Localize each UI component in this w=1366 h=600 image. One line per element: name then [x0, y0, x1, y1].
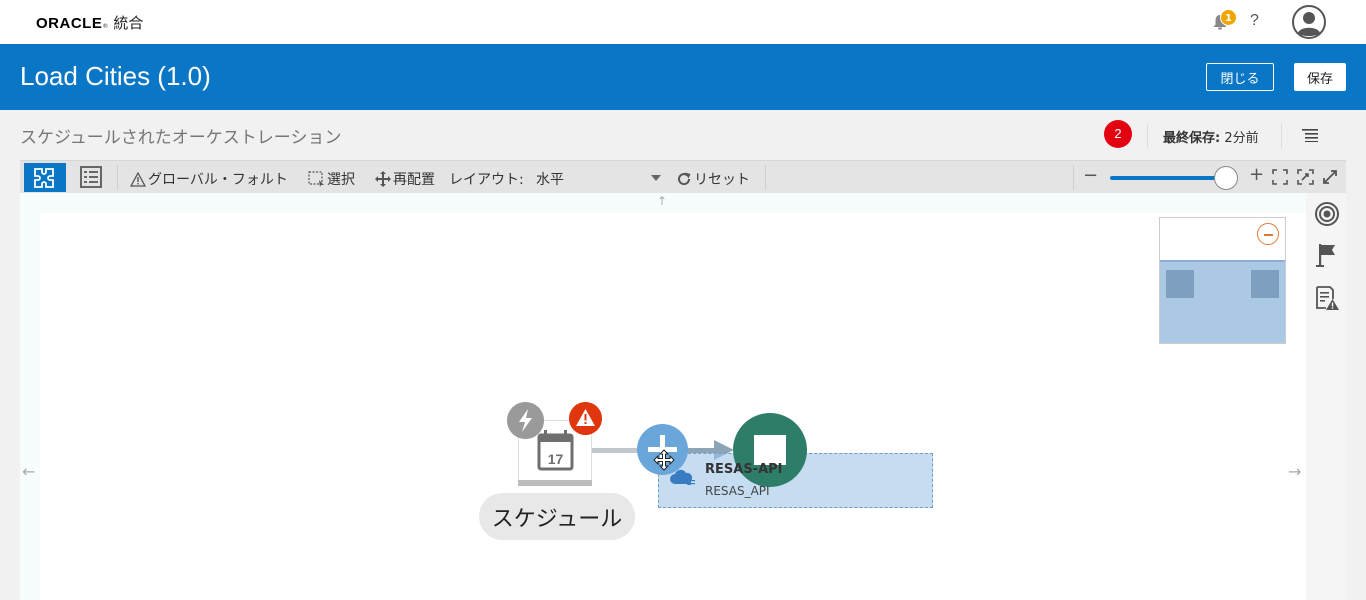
orchestration-type: スケジュールされたオーケストレーション: [20, 128, 342, 148]
select-icon: [308, 171, 324, 187]
move-cursor-icon: [653, 449, 675, 471]
save-button[interactable]: 保存: [1294, 63, 1346, 91]
reset-label: リセット: [694, 172, 750, 188]
toolbar-divider: [117, 165, 118, 190]
help-icon[interactable]: ?: [1250, 12, 1259, 30]
warning-icon: [130, 171, 146, 187]
divider: [1281, 124, 1282, 148]
global-fault-label: グローバル・フォルト: [148, 172, 288, 188]
layout-select[interactable]: 水平: [529, 164, 665, 190]
move-icon: [375, 171, 391, 187]
fullscreen-icon[interactable]: [1322, 169, 1338, 185]
minimap[interactable]: [1159, 217, 1286, 344]
list-view-icon[interactable]: [80, 166, 102, 188]
scroll-up-indicator[interactable]: ↑: [657, 194, 667, 208]
calendar-icon: 17: [537, 430, 574, 471]
schedule-label[interactable]: スケジュール: [479, 493, 635, 540]
rearrange-label: 再配置: [393, 172, 435, 188]
layout-value: 水平: [536, 172, 564, 188]
close-button[interactable]: 閉じる: [1206, 63, 1274, 91]
collapse-minimap-button[interactable]: [1257, 223, 1279, 245]
avatar-icon[interactable]: [1292, 5, 1326, 39]
notification-badge: 1: [1220, 9, 1237, 26]
last-saved-status: 最終保存: 2分前: [1163, 127, 1259, 146]
last-saved-label: 最終保存:: [1163, 131, 1221, 146]
puzzle-icon: [34, 167, 54, 188]
scroll-left-indicator[interactable]: ←: [22, 462, 35, 481]
warning-badge[interactable]: [569, 402, 602, 435]
select-button[interactable]: 選択: [308, 169, 355, 189]
brand-name: ORACLE: [36, 15, 103, 32]
zoom-out-button[interactable]: −: [1083, 165, 1098, 186]
scroll-right-indicator[interactable]: →: [1288, 462, 1301, 481]
minimap-node: [1251, 270, 1279, 298]
invoke-name: RESAS-API: [705, 462, 783, 477]
orchestration-canvas[interactable]: [20, 193, 1346, 600]
fit-icon[interactable]: [1272, 169, 1288, 185]
error-count-badge[interactable]: 2: [1104, 120, 1132, 148]
layout-label: レイアウト:: [449, 172, 524, 188]
zoom-in-button[interactable]: +: [1249, 164, 1264, 185]
menu-icon[interactable]: [1302, 128, 1318, 142]
top-bar: ORACLE ® 統合 1 ?: [0, 0, 1366, 44]
chevron-down-icon: [651, 175, 661, 181]
reset-button[interactable]: リセット: [676, 169, 750, 189]
global-fault-button[interactable]: グローバル・フォルト: [130, 169, 288, 189]
product-name: 統合: [113, 14, 144, 32]
canvas-view-button[interactable]: [24, 163, 66, 192]
rearrange-button[interactable]: 再配置: [375, 169, 435, 189]
minimap-viewport[interactable]: [1160, 260, 1285, 343]
focus-icon[interactable]: [1297, 169, 1314, 185]
trigger-badge: [507, 402, 544, 439]
title-bar: Load Cities (1.0) 閉じる 保存: [0, 44, 1366, 110]
canvas-toolbar: グローバル・フォルト 選択 再配置 レイアウト: 水平 リセット − +: [20, 160, 1346, 193]
invoke-identifier: RESAS_API: [705, 484, 770, 498]
toolbar-divider: [765, 165, 766, 190]
oracle-logo[interactable]: ORACLE ® 統合: [36, 12, 143, 33]
toolbar-divider: [1073, 165, 1074, 190]
target-icon[interactable]: [1314, 201, 1340, 227]
divider: [1147, 124, 1148, 148]
flag-icon[interactable]: [1314, 242, 1340, 268]
calendar-day: 17: [548, 451, 564, 467]
report-warning-icon[interactable]: [1314, 285, 1340, 311]
canvas-drawing-area[interactable]: [40, 213, 1306, 600]
last-saved-value: 2分前: [1224, 131, 1259, 146]
reset-icon: [678, 172, 691, 186]
select-label: 選択: [327, 172, 355, 188]
minimap-node: [1166, 270, 1194, 298]
zoom-slider-thumb[interactable]: [1214, 166, 1238, 190]
page-title: Load Cities (1.0): [20, 61, 211, 91]
